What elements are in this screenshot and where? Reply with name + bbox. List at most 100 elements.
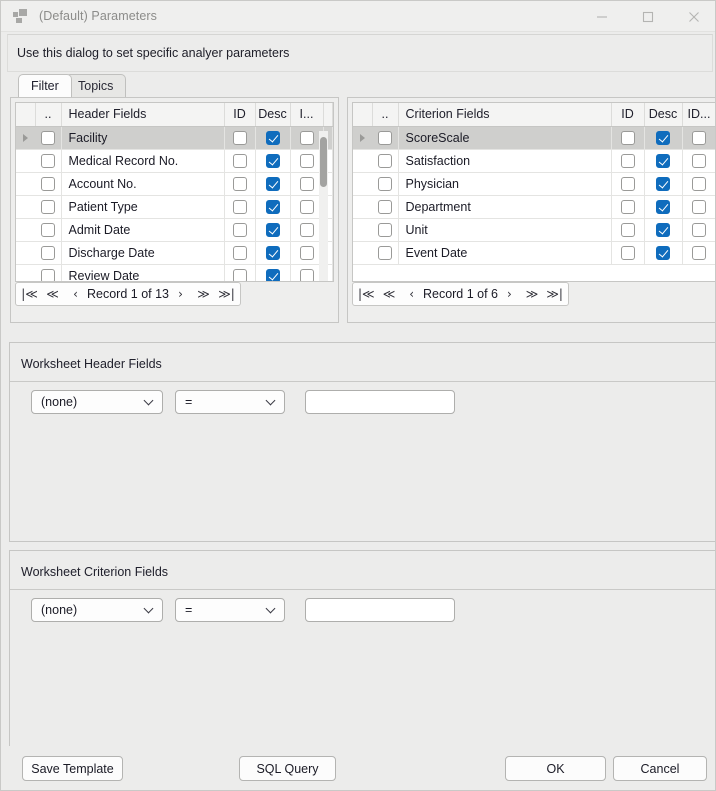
row-select-checkbox[interactable] [377,245,392,260]
row-id2-checkbox[interactable] [692,176,706,191]
row-id-cell[interactable] [224,241,256,265]
table-row[interactable]: Review Date [16,264,333,281]
col-criterion-fields[interactable]: Criterion Fields [398,103,612,127]
col-check[interactable]: .. [35,103,62,127]
row-select-checkbox[interactable] [377,176,392,191]
worksheet-header-value-input[interactable] [305,390,455,414]
nav-first-button[interactable]: |≪ [355,284,378,304]
row-id-cell[interactable] [611,241,645,265]
row-id-checkbox[interactable] [620,176,635,191]
row-id-checkbox[interactable] [620,153,635,168]
table-row[interactable]: Facility [16,126,333,150]
nav-first-button[interactable]: |≪ [18,284,41,304]
scrollbar-thumb[interactable] [320,137,327,187]
row-select-checkbox[interactable] [40,176,55,191]
close-icon[interactable] [671,1,715,32]
nav-prev-page-button[interactable]: ≪ [41,284,64,304]
table-row[interactable]: Department [353,195,715,219]
row-desc-cell[interactable] [255,172,291,196]
table-row[interactable]: ScoreScale [353,126,715,150]
row-desc-cell[interactable] [255,241,291,265]
row-select-checkbox[interactable] [377,153,392,168]
criterion-fields-grid[interactable]: .. Criterion Fields ID Desc ID... ScoreS… [352,102,715,282]
worksheet-criterion-operator-select[interactable]: = [175,598,285,622]
row-select-cell[interactable] [372,218,399,242]
row-select-checkbox[interactable] [40,199,55,214]
nav-prev-page-button[interactable]: ≪ [378,284,401,304]
row-id-checkbox[interactable] [232,268,247,281]
nav-prev-button[interactable]: ‹ [64,284,87,304]
col-id[interactable]: ID [611,103,645,127]
row-id2-checkbox[interactable] [692,245,706,260]
row-i-checkbox[interactable] [299,153,314,168]
nav-next-button[interactable]: › [498,284,521,304]
table-row[interactable]: Unit [353,218,715,242]
row-select-cell[interactable] [372,126,399,150]
row-desc-cell[interactable] [644,126,683,150]
row-id-checkbox[interactable] [232,199,247,214]
row-id-cell[interactable] [611,126,645,150]
row-id-checkbox[interactable] [232,222,247,237]
row-i-checkbox[interactable] [299,245,314,260]
row-select-cell[interactable] [35,172,62,196]
row-id2-checkbox[interactable] [692,222,706,237]
tab-topics[interactable]: Topics [65,74,127,97]
minimize-icon[interactable] [579,1,625,32]
row-select-cell[interactable] [372,195,399,219]
nav-next-page-button[interactable]: ≫ [192,284,215,304]
row-i-checkbox[interactable] [299,268,314,281]
table-row[interactable]: Account No. [16,172,333,196]
row-id-checkbox[interactable] [620,222,635,237]
row-select-checkbox[interactable] [40,268,55,281]
sql-query-button[interactable]: SQL Query [239,756,336,781]
row-id-cell[interactable] [611,149,645,173]
row-id-checkbox[interactable] [232,130,247,145]
row-select-cell[interactable] [372,241,399,265]
row-desc-checkbox[interactable] [656,245,670,260]
row-id-cell[interactable] [224,218,256,242]
row-i-checkbox[interactable] [299,176,314,191]
row-id-cell[interactable] [224,195,256,219]
table-row[interactable]: Physician [353,172,715,196]
table-row[interactable]: Discharge Date [16,241,333,265]
col-check[interactable]: .. [372,103,399,127]
row-id2-checkbox[interactable] [692,130,706,145]
row-select-cell[interactable] [35,241,62,265]
row-id-cell[interactable] [611,195,645,219]
row-id-cell[interactable] [224,172,256,196]
row-select-checkbox[interactable] [377,130,392,145]
col-id[interactable]: ID [224,103,256,127]
row-select-cell[interactable] [35,126,62,150]
row-desc-cell[interactable] [255,149,291,173]
table-row[interactable]: Medical Record No. [16,149,333,173]
row-id-cell[interactable] [224,264,256,281]
row-desc-cell[interactable] [255,218,291,242]
worksheet-criterion-value-input[interactable] [305,598,455,622]
nav-next-page-button[interactable]: ≫ [521,284,544,304]
row-select-checkbox[interactable] [40,245,55,260]
maximize-icon[interactable] [625,1,671,32]
row-select-cell[interactable] [35,195,62,219]
save-template-button[interactable]: Save Template [22,756,123,781]
row-id-cell[interactable] [224,126,256,150]
nav-prev-button[interactable]: ‹ [400,284,423,304]
row-desc-checkbox[interactable] [265,245,280,260]
worksheet-header-field-select[interactable]: (none) [31,390,163,414]
row-id-checkbox[interactable] [232,245,247,260]
row-desc-cell[interactable] [644,149,683,173]
worksheet-header-operator-select[interactable]: = [175,390,285,414]
row-select-checkbox[interactable] [40,130,55,145]
table-row[interactable]: Satisfaction [353,149,715,173]
row-id-checkbox[interactable] [232,176,247,191]
nav-last-button[interactable]: ≫| [543,284,566,304]
row-desc-cell[interactable] [644,241,683,265]
row-desc-checkbox[interactable] [265,268,280,281]
grid-vertical-scrollbar[interactable] [319,131,328,281]
nav-next-button[interactable]: › [169,284,192,304]
row-desc-checkbox[interactable] [265,176,280,191]
row-id-checkbox[interactable] [620,130,635,145]
nav-last-button[interactable]: ≫| [215,284,238,304]
row-id2-checkbox[interactable] [692,199,706,214]
col-desc[interactable]: Desc [644,103,683,127]
row-desc-cell[interactable] [644,172,683,196]
